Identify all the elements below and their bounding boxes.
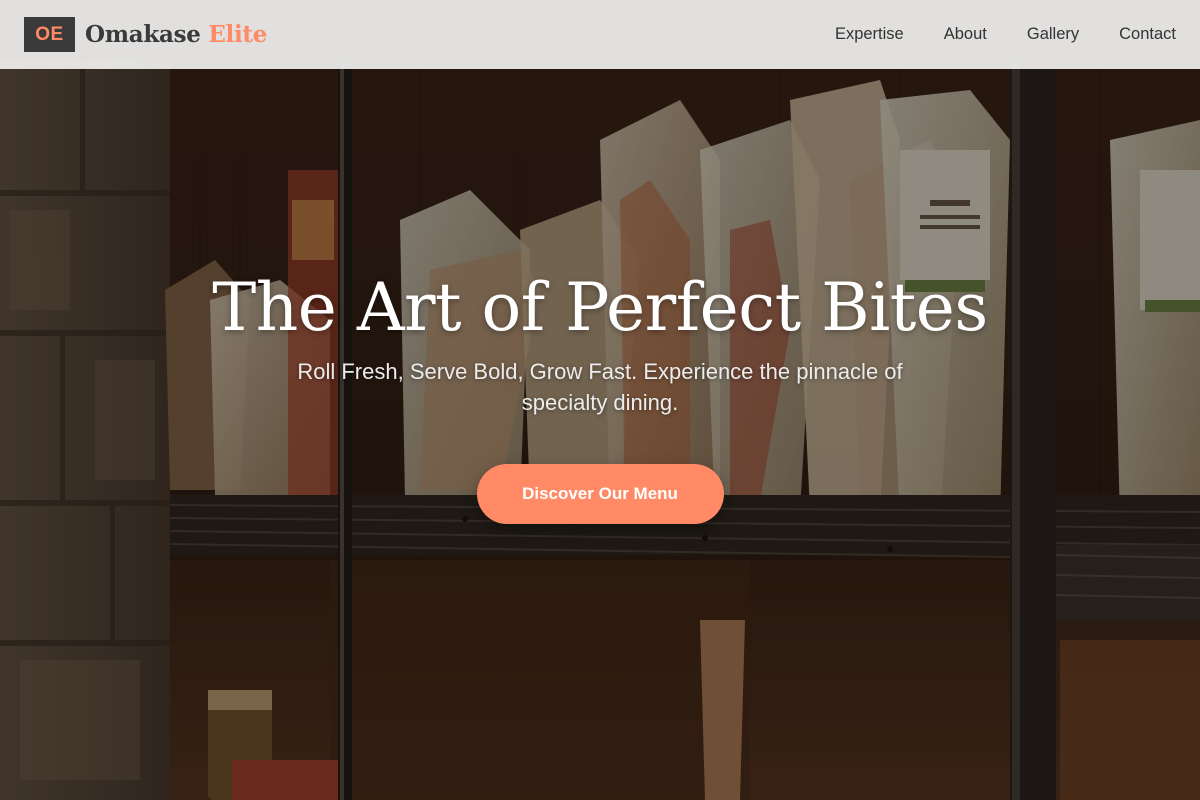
hero-subtitle: Roll Fresh, Serve Bold, Grow Fast. Exper… [297, 358, 903, 415]
hero-content: The Art of Perfect Bites Roll Fresh, Ser… [0, 270, 1200, 524]
hero-section: The Art of Perfect Bites Roll Fresh, Ser… [0, 0, 1200, 800]
brand-name-accent: Elite [208, 21, 268, 48]
brand-logo[interactable]: OE Omakase Elite [24, 17, 267, 52]
nav-link-about[interactable]: About [944, 25, 987, 44]
brand-name-primary: Omakase [85, 21, 201, 48]
brand-name: Omakase Elite [85, 21, 267, 48]
top-navbar: OE Omakase Elite Expertise About Gallery… [0, 0, 1200, 69]
logo-badge: OE [24, 17, 75, 52]
nav-links: Expertise About Gallery Contact [835, 25, 1176, 44]
hero-title: The Art of Perfect Bites [212, 269, 988, 346]
nav-link-contact[interactable]: Contact [1119, 25, 1176, 44]
discover-menu-button[interactable]: Discover Our Menu [476, 463, 724, 524]
nav-link-expertise[interactable]: Expertise [835, 25, 904, 44]
nav-link-gallery[interactable]: Gallery [1027, 25, 1079, 44]
